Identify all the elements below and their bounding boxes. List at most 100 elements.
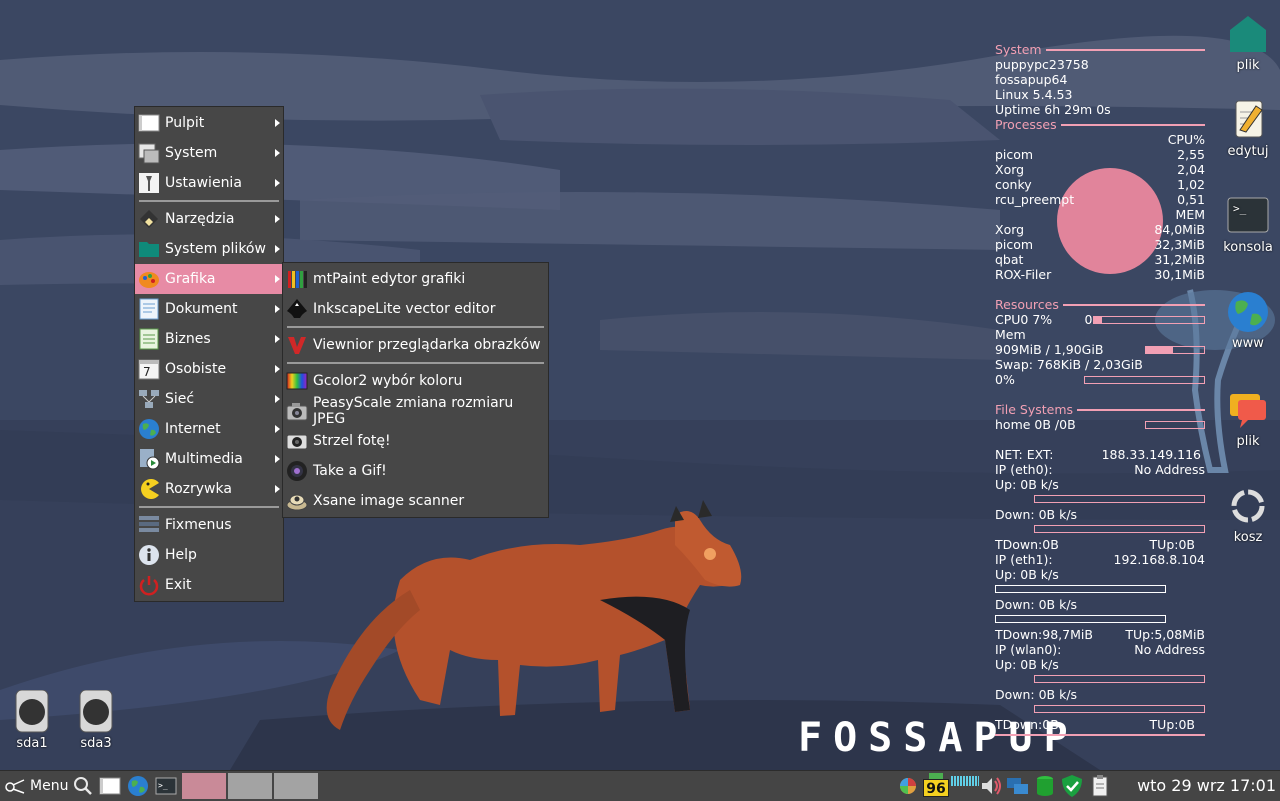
search-launcher[interactable] [70,771,96,801]
volume-icon[interactable] [979,774,1003,798]
wlan0-tup: TUp:0B [1149,717,1195,732]
palette-icon [138,268,160,290]
mem-value: 909MiB / 1,90GiB [995,342,1104,357]
menu-separator [139,506,279,508]
menu-item-osobiste[interactable]: 7 Osobiste [135,354,283,384]
search-icon [74,777,93,795]
wlan0-label: IP (wlan0): [995,642,1062,657]
menu-item-help[interactable]: Help [135,540,283,570]
multimedia-icon [138,448,160,470]
submenu-item-inkscapelite[interactable]: InkscapeLite vector editor [283,294,548,324]
clock[interactable]: wto 29 wrz 17:01 [1137,776,1276,795]
wlan0-up-bar [1034,675,1205,683]
submenu-item-gcolor2[interactable]: Gcolor2 wybór koloru [283,366,548,396]
cpu-column-header: CPU% [1167,132,1205,147]
eth0-label: IP (eth0): [995,462,1053,477]
submenu-arrow-icon [275,305,280,313]
menu-item-multimedia[interactable]: Multimedia [135,444,283,474]
fs-home-bar [1145,420,1205,429]
desktop-drive-sda3[interactable]: sda3 [66,689,126,751]
drive-icon [10,689,54,734]
mem-label: Mem [995,327,1026,342]
menu-item-dokument[interactable]: Dokument [135,294,283,324]
wlan0-down-bar [1034,705,1205,713]
shield-icon[interactable] [1059,773,1085,799]
menu-item-grafika[interactable]: Grafika [135,264,283,294]
trash-icon [1226,484,1270,528]
menu-item-narzedzia[interactable]: Narzędzia [135,204,283,234]
submenu-item-take-a-gif[interactable]: Take a Gif! [283,456,548,486]
network-icon[interactable] [1005,774,1031,798]
terminal-launcher[interactable]: >_ [152,771,180,801]
desktop-icon-plik-home[interactable]: plik [1218,12,1278,73]
task-button[interactable] [274,773,319,799]
menu-item-pulpit[interactable]: Pulpit [135,108,283,138]
scanner-icon [286,490,308,512]
menu-item-fixmenus[interactable]: Fixmenus [135,510,283,540]
distro: fossapup64 [995,72,1068,87]
screenshot-icon [286,430,308,452]
battery-indicator[interactable]: 96 [923,773,949,799]
color-wheel-icon[interactable] [896,774,920,798]
menu-item-siec[interactable]: Sieć [135,384,283,414]
wlan0-ip: No Address [1134,642,1205,657]
desktop-drive-sda1[interactable]: sda1 [2,689,62,751]
inkscape-icon [286,298,308,320]
desktop-icon-konsola[interactable]: >_ konsola [1218,194,1278,255]
menu-logo-icon [5,779,25,794]
menu-item-ustawienia[interactable]: Ustawienia [135,168,283,198]
process-row: Xorg 84,0MiB [995,222,1205,237]
submenu-item-viewnior[interactable]: Viewnior przeglądarka obrazków [283,330,548,360]
menu-item-system-plikow[interactable]: System plików [135,234,283,264]
system-tray: 96 [896,771,1111,801]
eth0-tdown: TDown:0B [995,537,1059,552]
submenu-item-mtpaint[interactable]: mtPaint edytor grafiki [283,264,548,294]
eth1-tup: TUp:5,08MiB [1125,627,1205,642]
clipboard-icon[interactable] [1089,774,1111,798]
settings-icon [138,172,160,194]
menu-item-internet[interactable]: Internet [135,414,283,444]
cpu0-label: CPU0 7% [995,312,1053,327]
submenu-item-strzel-fote[interactable]: Strzel fotę! [283,426,548,456]
wlan0-up: Up: 0B k/s [995,657,1059,672]
mem-bar [1145,345,1205,354]
hostname: puppypc23758 [995,57,1089,72]
submenu-arrow-icon [275,455,280,463]
desktop-icon-edytuj[interactable]: edytuj [1218,98,1278,159]
svg-text:>_: >_ [158,781,168,790]
desktop-icon-kosz[interactable]: kosz [1218,484,1278,545]
desktop-launcher[interactable] [96,771,124,801]
submenu-arrow-icon [275,425,280,433]
menu-item-biznes[interactable]: Biznes [135,324,283,354]
submenu-arrow-icon [275,149,280,157]
menu-item-rozrywka[interactable]: Rozrywka [135,474,283,504]
menu-button[interactable]: Menu [0,771,70,801]
process-row: Xorg 2,04 [995,162,1205,177]
swap-value: Swap: 768KiB / 2,03GiB [995,357,1143,372]
conky-monitor: System puppypc23758 fossapup64 Linux 5.4… [995,42,1205,736]
submenu-item-peasyscale[interactable]: PeasyScale zmiana rozmiaru JPEG [283,395,548,427]
submenu-item-xsane[interactable]: Xsane image scanner [283,486,548,516]
info-icon [138,544,160,566]
desktop-icon-www[interactable]: www [1218,290,1278,351]
network-meter-icon[interactable] [951,776,979,786]
menu-item-system[interactable]: System [135,138,283,168]
eth0-ip: No Address [1134,462,1205,477]
globe-icon [138,418,160,440]
desktop-icon-plik-chat[interactable]: plik [1218,388,1278,449]
system-section-header: System [995,42,1205,57]
eth0-down: Down: 0B k/s [995,507,1078,522]
globe-icon [1226,290,1270,334]
terminal-icon: >_ [155,777,177,795]
camera-icon [286,400,308,422]
submenu-arrow-icon [275,485,280,493]
menu-item-exit[interactable]: Exit [135,570,283,600]
task-button[interactable] [228,773,273,799]
browser-launcher[interactable] [124,771,152,801]
task-button-active[interactable] [182,773,227,799]
svg-text:7: 7 [143,365,151,379]
database-icon[interactable] [1033,774,1057,798]
eth1-label: IP (eth1): [995,552,1053,567]
pacman-icon [138,478,160,500]
submenu-arrow-icon [275,179,280,187]
